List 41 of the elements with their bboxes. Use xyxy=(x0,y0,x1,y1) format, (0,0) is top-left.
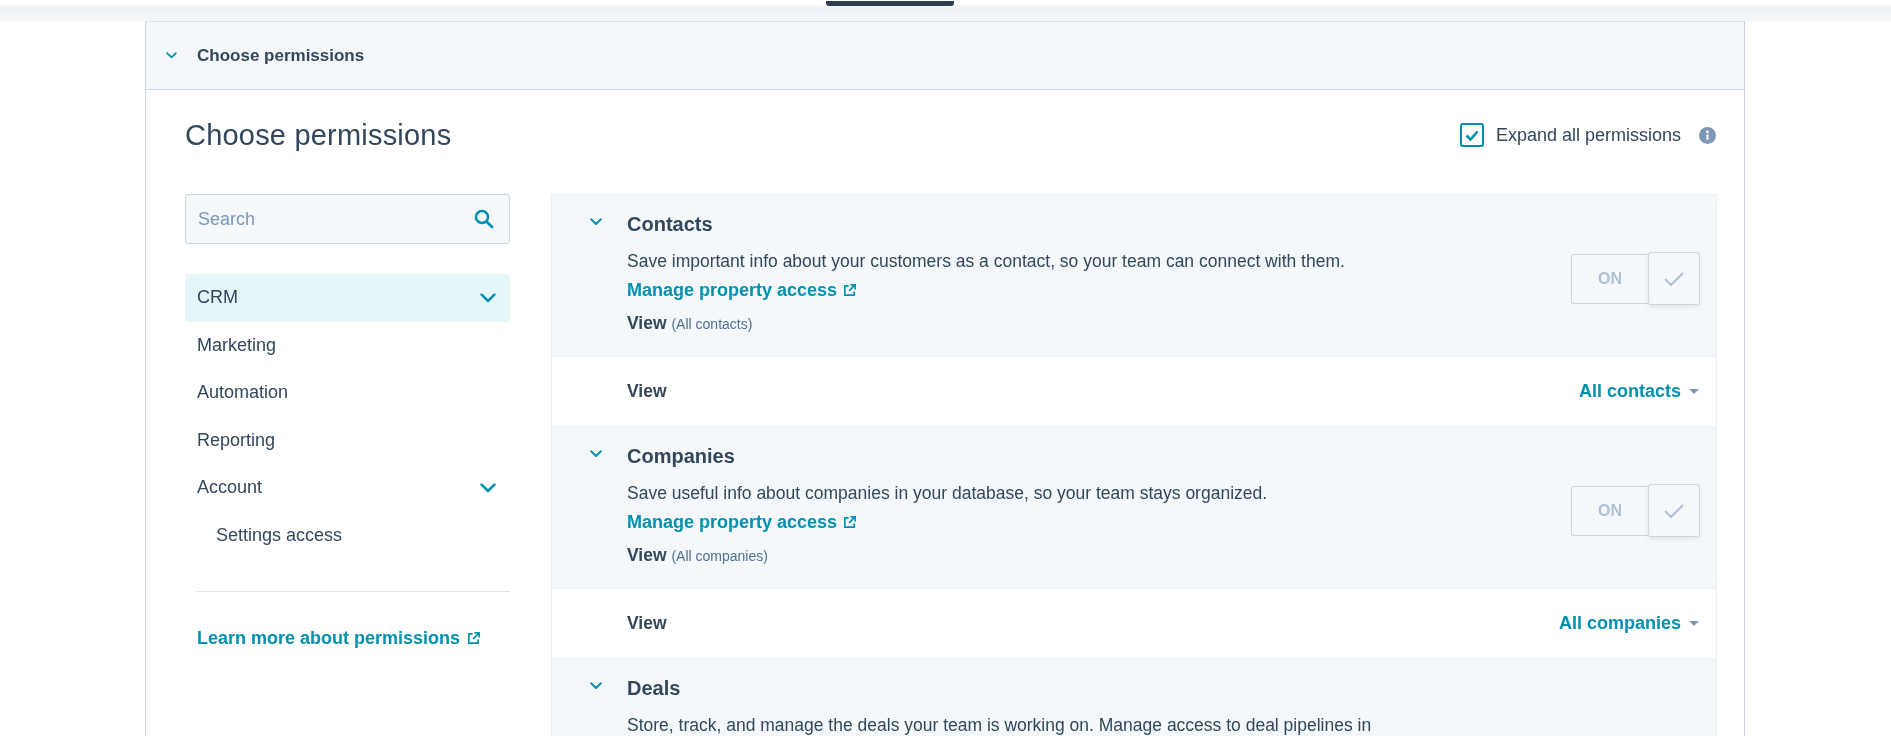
sidebar-item[interactable]: Automation xyxy=(185,369,510,417)
access-summary: View (All companies) xyxy=(627,545,769,566)
sidebar-item[interactable]: CRM xyxy=(185,274,510,322)
caret-icon xyxy=(1689,388,1699,395)
page-heading: Choose permissions xyxy=(185,118,452,152)
permission-description: Store, track, and manage the deals your team is working on. Manage access to deal pipelines in xyxy=(627,714,1373,736)
access-summary: View (All contacts) xyxy=(627,313,754,334)
section-title[interactable]: Choose permissions xyxy=(197,45,365,66)
permission-title: Deals xyxy=(627,676,682,701)
access-label: View xyxy=(627,381,667,402)
learn-more-link[interactable]: Learn more about permissions xyxy=(197,628,482,649)
checkbox[interactable] xyxy=(1459,123,1484,147)
drag-handle[interactable] xyxy=(826,1,954,6)
sidebar-item[interactable]: Reporting xyxy=(185,416,510,464)
check-icon xyxy=(1464,129,1479,141)
chevron-down-icon xyxy=(590,682,602,690)
info-icon xyxy=(1699,126,1716,144)
check-icon xyxy=(1663,502,1685,519)
chevron-down-icon xyxy=(480,292,496,303)
external-link-icon xyxy=(466,631,482,646)
access-label: View xyxy=(627,613,667,634)
chevron-down-icon xyxy=(590,218,602,226)
search-field[interactable]: Search xyxy=(185,194,510,244)
permission-description: Save important info about your customers as a contact, so your team can connect with them. xyxy=(627,250,1346,273)
sidebar-item[interactable]: Marketing xyxy=(185,321,510,369)
permission-description: Save useful info about companies in your database, so your team stays organized. xyxy=(627,482,1269,505)
permission-title: Contacts xyxy=(627,212,714,237)
chevron-down-icon xyxy=(590,450,602,458)
chevron-down-icon xyxy=(480,482,496,493)
access-dropdown[interactable]: All companies xyxy=(1558,613,1699,634)
check-icon xyxy=(1663,270,1685,287)
sidebar-item[interactable]: Settings access xyxy=(185,511,510,559)
permission-title: Companies xyxy=(627,444,736,469)
search-icon xyxy=(474,209,494,229)
access-dropdown[interactable]: All contacts xyxy=(1578,381,1699,402)
chevron-down-icon[interactable] xyxy=(166,52,177,59)
sidebar-item[interactable]: Account xyxy=(185,464,510,512)
caret-icon xyxy=(1689,620,1699,627)
external-link-icon xyxy=(842,514,858,530)
external-link-icon xyxy=(842,282,858,298)
checkbox-label: Expand all permissions xyxy=(1495,124,1681,146)
